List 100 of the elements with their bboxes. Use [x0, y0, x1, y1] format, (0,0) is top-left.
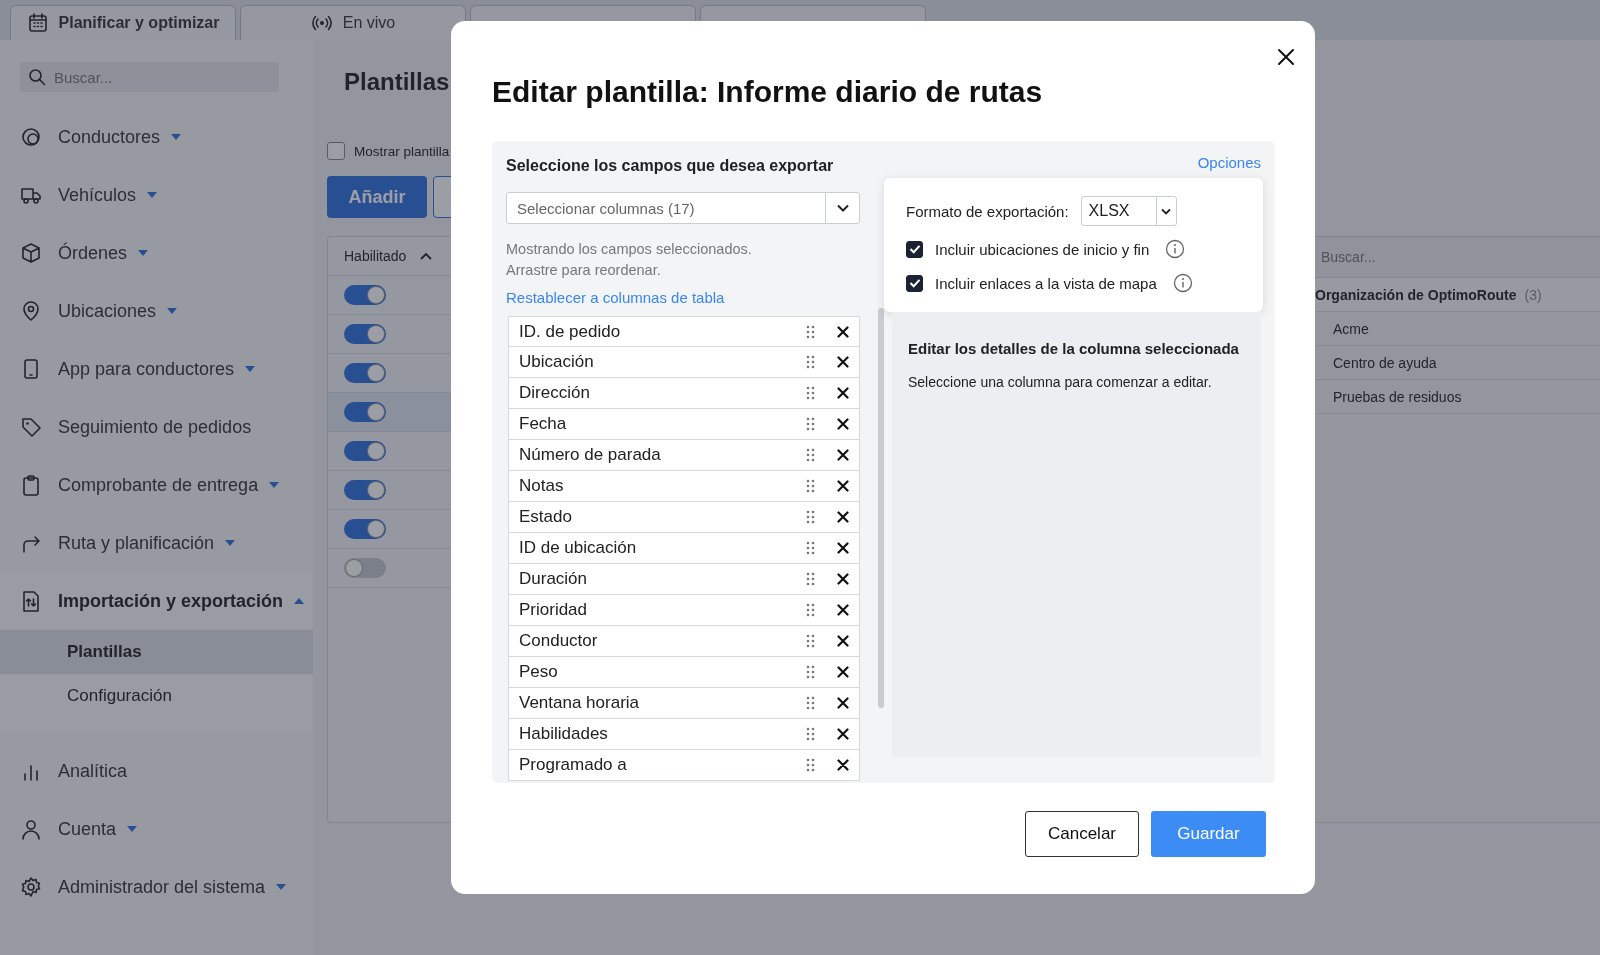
sort-icon [420, 251, 433, 261]
search-field[interactable]: Buscar... [20, 62, 279, 92]
drag-handle-icon [806, 478, 815, 494]
column-row[interactable]: Estado [508, 502, 860, 533]
sidebar-subitem[interactable]: Plantillas [0, 630, 313, 674]
sidebar-item[interactable]: App para conductores [0, 340, 313, 398]
add-button[interactable]: Añadir [327, 176, 427, 218]
column-row[interactable]: Número de parada [508, 440, 860, 471]
nav-tab[interactable]: En vivo [240, 5, 466, 40]
drag-handle-icon [806, 509, 815, 525]
checkbox-label: Incluir enlaces a la vista de mapa [935, 274, 1157, 292]
hint-text: Arrastre para reordenar. [506, 261, 662, 280]
remove-icon [837, 635, 849, 647]
remove-icon [837, 387, 849, 399]
search-icon [28, 68, 46, 86]
caret-icon [293, 597, 306, 605]
caret-icon [268, 481, 281, 489]
column-row[interactable]: Notas [508, 471, 860, 502]
import-export-icon [20, 590, 42, 612]
section-title: Seleccione los campos que desea exportar [506, 157, 835, 176]
sidebar-item[interactable]: Ubicaciones [0, 282, 313, 340]
toggle-switch[interactable] [344, 402, 386, 422]
toggle-switch[interactable] [344, 519, 386, 539]
sidebar-item[interactable]: Cuenta [0, 800, 313, 858]
drag-handle-icon [806, 726, 815, 742]
column-row[interactable]: Duración [508, 564, 860, 595]
drag-handle-icon [806, 416, 815, 432]
chevron-down-icon [1161, 207, 1172, 215]
caret-icon [166, 307, 179, 315]
toggle-switch[interactable] [344, 285, 386, 305]
toggle-switch[interactable] [344, 324, 386, 344]
remove-icon [837, 666, 849, 678]
caret-icon [224, 539, 237, 547]
toggle-switch[interactable] [344, 441, 386, 461]
column-row[interactable]: Prioridad [508, 595, 860, 626]
info-icon [1172, 273, 1193, 293]
sidebar-item[interactable]: Ruta y planificación [0, 514, 313, 572]
reset-link[interactable]: Restablecer a columnas de tabla [506, 289, 725, 316]
caret-icon [146, 191, 159, 199]
remove-icon [837, 449, 849, 461]
sidebar-subitem[interactable]: Configuración [0, 674, 313, 718]
checkmark-icon [908, 278, 921, 288]
remove-icon [837, 759, 849, 771]
checkbox[interactable] [906, 240, 923, 258]
sidebar-item[interactable]: Comprobante de entrega [0, 456, 313, 514]
sidebar-item[interactable]: Seguimiento de pedidos [0, 398, 313, 456]
column-row[interactable]: ID de ubicación [508, 533, 860, 564]
remove-icon [837, 604, 849, 616]
sidebar-item[interactable]: Órdenes [0, 224, 313, 282]
scrollbar-thumb[interactable] [878, 308, 884, 708]
remove-icon [837, 511, 849, 523]
remove-icon [837, 325, 849, 338]
detail-hint: Seleccione una columna para comenzar a editar. [908, 374, 1213, 390]
remove-icon [837, 356, 849, 368]
cancel-button[interactable]: Cancelar [1025, 810, 1139, 857]
tag-icon [20, 416, 42, 438]
sidebar-item[interactable]: Vehículos [0, 166, 313, 224]
options-link[interactable]: Opciones [1197, 154, 1261, 171]
checkbox[interactable] [906, 274, 923, 292]
remove-icon [837, 480, 849, 492]
drag-handle-icon [806, 695, 815, 711]
column-row[interactable]: Ubicación [508, 347, 860, 378]
save-button[interactable]: Guardar [1151, 810, 1266, 857]
checkbox[interactable] [327, 142, 345, 160]
sidebar-item[interactable]: Importación y exportación [0, 572, 313, 630]
toggle-switch[interactable] [344, 558, 386, 578]
drag-handle-icon [806, 540, 815, 556]
gear-icon [20, 876, 42, 898]
drag-handle-icon [806, 447, 815, 463]
toggle-switch[interactable] [344, 480, 386, 500]
checkbox-label: Mostrar plantilla [354, 143, 450, 159]
column-row[interactable]: Ventana horaria [508, 688, 860, 719]
column-row[interactable]: Programado a [508, 750, 860, 781]
sidebar-item[interactable]: Administrador del sistema [0, 858, 313, 916]
remove-icon [837, 418, 849, 430]
caret-icon [244, 365, 257, 373]
column-select[interactable]: Seleccionar columnas (17) [506, 192, 860, 224]
column-row[interactable]: Dirección [508, 378, 860, 409]
drag-handle-icon [806, 633, 815, 649]
caret-icon [137, 249, 150, 257]
nav-tab[interactable]: Planificar y optimizar [10, 5, 236, 40]
toggle-switch[interactable] [344, 363, 386, 383]
column-row[interactable]: Conductor [508, 626, 860, 657]
search-field[interactable]: Buscar... [1315, 237, 1600, 278]
remove-icon [837, 542, 849, 554]
drag-handle-icon [806, 664, 815, 680]
column-row[interactable]: Peso [508, 657, 860, 688]
checkmark-icon [908, 244, 921, 254]
remove-icon [837, 573, 849, 585]
column-row[interactable]: ID. de pedido [508, 316, 860, 347]
column-row[interactable]: Habilidades [508, 719, 860, 750]
chevron-down-icon [836, 204, 849, 212]
detail-title: Editar los detalles de la columna seleccionada [908, 340, 1240, 357]
format-select[interactable]: XLSX [1080, 196, 1177, 226]
page-title: Plantillas [344, 68, 450, 97]
sidebar-item[interactable]: Conductores [0, 108, 313, 166]
drag-handle-icon [806, 323, 815, 340]
column-row[interactable]: Fecha [508, 409, 860, 440]
tree-group-row[interactable]: Organización de OptimoRoute (3) [1315, 278, 1600, 312]
sidebar-item[interactable]: Analítica [0, 742, 313, 800]
